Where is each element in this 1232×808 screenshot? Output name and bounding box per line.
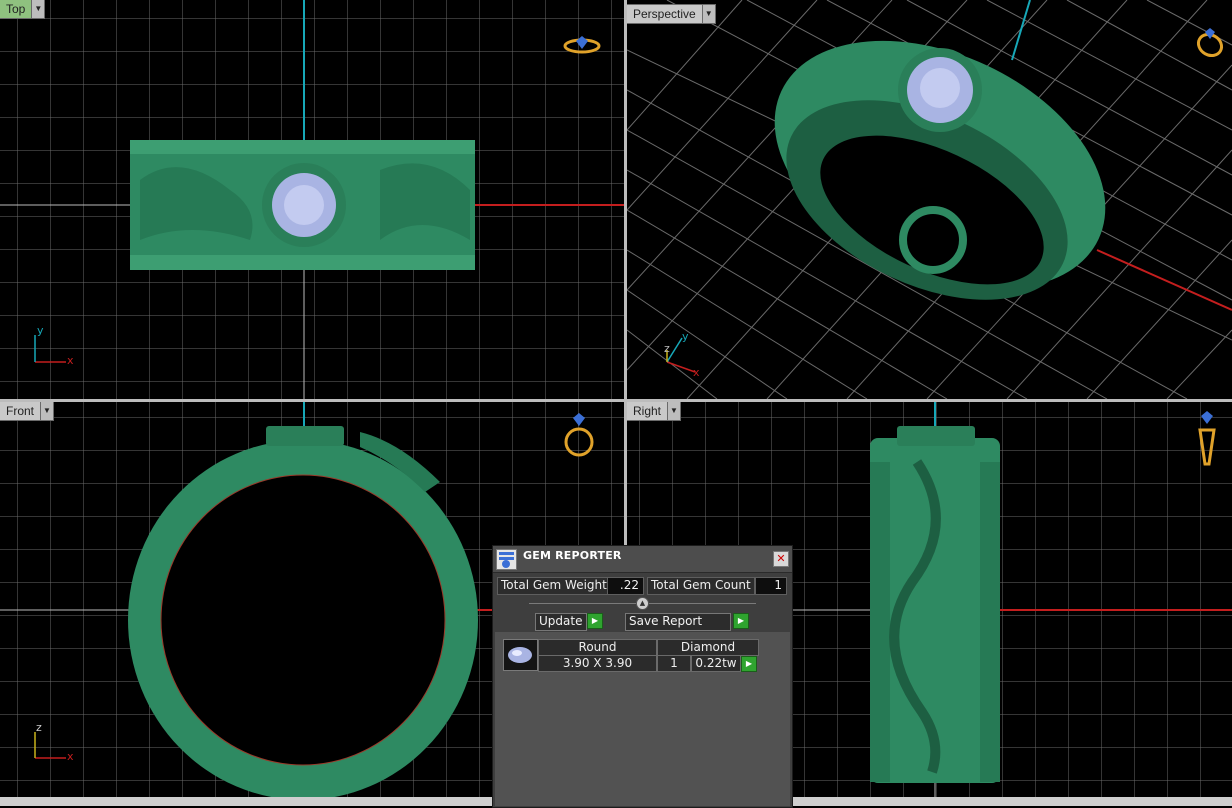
status-strip — [791, 797, 1232, 806]
collapse-icon[interactable]: ▲ — [636, 597, 649, 610]
close-icon[interactable]: ✕ — [773, 551, 789, 567]
ring-top-view — [130, 140, 475, 270]
status-strip — [0, 797, 492, 806]
gem-material: Diamond — [657, 639, 759, 656]
viewport-label-text: Top — [0, 0, 33, 19]
chevron-down-icon[interactable]: ▼ — [702, 4, 716, 24]
viewport-label-text: Right — [627, 402, 669, 421]
gem-count: 1 — [657, 655, 691, 672]
save-report-button[interactable]: Save Report — [625, 613, 731, 631]
viewport-label-perspective[interactable]: Perspective ▼ — [627, 4, 716, 24]
viewport-label-top[interactable]: Top ▼ — [0, 0, 46, 19]
ring-icon[interactable] — [1195, 410, 1219, 466]
axis-z-label: z — [36, 721, 42, 734]
ring-right-view — [870, 426, 1000, 783]
axis-y-label: y — [37, 324, 44, 337]
total-gem-count-value: 1 — [755, 577, 787, 595]
play-icon[interactable]: ▶ — [587, 613, 603, 629]
gem-reporter-panel[interactable]: GEM REPORTER ✕ Total Gem Weight .22 Tota… — [492, 545, 793, 808]
ring-icon[interactable] — [562, 33, 602, 57]
play-icon[interactable]: ▶ — [733, 613, 749, 629]
gem-reporter-icon — [496, 549, 517, 570]
axis-x-label: x — [693, 366, 700, 379]
chevron-down-icon[interactable]: ▼ — [41, 402, 55, 421]
grid-top — [0, 0, 624, 399]
chevron-down-icon[interactable]: ▼ — [32, 0, 46, 19]
total-gem-count-label: Total Gem Count — [647, 577, 755, 595]
gem-size: 3.90 X 3.90 — [538, 655, 657, 672]
gem-reporter-titlebar[interactable]: GEM REPORTER ✕ — [493, 546, 792, 573]
gem-reporter-title: GEM REPORTER — [523, 549, 622, 562]
total-gem-weight-label: Total Gem Weight — [497, 577, 611, 595]
chevron-down-icon[interactable]: ▼ — [668, 402, 682, 421]
gem-list: Round Diamond 3.90 X 3.90 1 0.22tw ▶ — [495, 632, 790, 806]
axis-x-label: x — [67, 750, 74, 763]
axis-y-label: y — [682, 330, 689, 343]
viewport-divider-horizontal[interactable] — [0, 399, 1232, 402]
viewport-perspective[interactable]: x z y Perspective ▼ — [627, 0, 1232, 399]
viewport-label-front[interactable]: Front ▼ — [0, 402, 55, 421]
axis-z-label: z — [664, 342, 670, 355]
viewport-label-right[interactable]: Right ▼ — [627, 402, 682, 421]
viewport-top[interactable]: x y Top ▼ — [0, 0, 624, 399]
update-button[interactable]: Update — [535, 613, 587, 631]
gem-shape: Round — [538, 639, 657, 656]
play-icon[interactable]: ▶ — [741, 656, 757, 672]
total-gem-weight-value: .22 — [607, 577, 644, 595]
grid-perspective — [627, 0, 1232, 399]
viewport-label-text: Perspective — [627, 4, 703, 24]
ring-icon[interactable] — [562, 412, 596, 462]
axis-x-label: x — [67, 354, 74, 367]
gem-weight: 0.22tw — [691, 655, 741, 672]
viewport-label-text: Front — [0, 402, 42, 421]
gem-thumbnail[interactable] — [503, 639, 538, 671]
ring-icon[interactable] — [1193, 26, 1227, 60]
